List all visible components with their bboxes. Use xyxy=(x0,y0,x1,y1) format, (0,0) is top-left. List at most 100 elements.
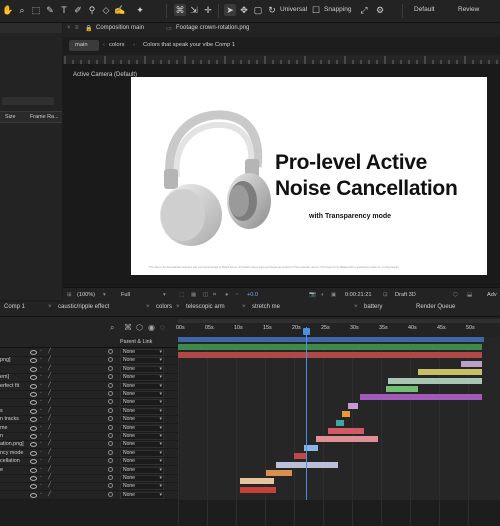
solo-icon[interactable]: ◦ xyxy=(40,382,45,388)
col-size[interactable]: Size xyxy=(5,114,16,120)
selection-tool-icon[interactable]: ➤ xyxy=(224,4,236,16)
rgb-icon[interactable]: ◔ xyxy=(235,292,238,298)
eye-icon[interactable] xyxy=(30,450,37,456)
pickwhip-icon[interactable] xyxy=(108,399,113,405)
parent-dropdown[interactable]: None ▾ xyxy=(120,399,164,407)
solo-icon[interactable]: ◦ xyxy=(40,399,45,404)
solo-icon[interactable]: ◦ xyxy=(40,374,45,379)
layer-name[interactable]: ncy mode xyxy=(0,450,23,456)
show-snapshot-icon[interactable]: ◐ xyxy=(321,292,324,298)
pen-switch-icon[interactable]: ╱ xyxy=(48,491,53,497)
puppet-pin-icon[interactable]: ✦ xyxy=(134,4,146,16)
pickwhip-icon[interactable] xyxy=(108,433,113,438)
solo-icon[interactable]: ◦ xyxy=(40,365,45,371)
eye-icon[interactable] xyxy=(30,492,37,498)
pickwhip-icon[interactable] xyxy=(108,475,113,480)
type-tool-icon[interactable]: T xyxy=(58,4,70,16)
brush-tool-icon[interactable]: ✐ xyxy=(72,4,84,16)
hand-tool-icon[interactable]: ✋ xyxy=(2,4,14,16)
layer-duration-bar[interactable] xyxy=(294,453,306,460)
eye-icon[interactable] xyxy=(30,350,37,355)
layer-name[interactable]: n tracks xyxy=(0,416,19,422)
solo-icon[interactable]: ◦ xyxy=(40,449,45,455)
advanced-label[interactable]: Adv xyxy=(487,292,497,298)
timeline-tab-render-queue[interactable]: Render Queue xyxy=(416,304,455,310)
pen-switch-icon[interactable]: ╱ xyxy=(48,357,53,362)
timeline-tab-comp1[interactable]: Comp 1 xyxy=(4,304,25,310)
parent-dropdown[interactable]: None ▾ xyxy=(120,458,164,466)
layer-name[interactable]: e xyxy=(0,467,3,473)
solo-icon[interactable]: ◦ xyxy=(40,416,45,421)
eye-icon[interactable] xyxy=(30,442,37,448)
zoom-tool-icon[interactable]: ⌕ xyxy=(16,4,28,16)
scale-icon[interactable]: ▢ xyxy=(252,4,264,16)
pickwhip-icon[interactable] xyxy=(108,349,113,354)
pen-switch-icon[interactable]: ╱ xyxy=(48,475,53,480)
solo-icon[interactable]: ◦ xyxy=(40,458,45,463)
parent-dropdown[interactable]: None ▾ xyxy=(120,349,164,356)
solo-icon[interactable]: ◦ xyxy=(40,441,45,446)
pickwhip-icon[interactable] xyxy=(108,491,113,497)
breadcrumb-main-pill[interactable]: main xyxy=(69,40,99,51)
roto-brush-icon[interactable]: ✍ xyxy=(114,4,126,16)
layer-duration-bar[interactable] xyxy=(178,352,482,359)
pickwhip-icon[interactable] xyxy=(108,382,113,388)
parent-dropdown[interactable]: None ▾ xyxy=(120,483,164,491)
pen-tool-icon[interactable]: ✎ xyxy=(44,4,56,16)
timeline-tab-caustic[interactable]: caustic/ripple effect xyxy=(58,304,109,310)
layer-duration-bar[interactable] xyxy=(418,369,482,376)
pickwhip-icon[interactable] xyxy=(108,458,113,464)
eye-icon[interactable] xyxy=(30,476,37,481)
tab-composition-main[interactable]: Composition main xyxy=(96,25,144,31)
solo-icon[interactable]: ◦ xyxy=(40,483,45,488)
parent-dropdown[interactable]: None ▾ xyxy=(120,391,164,398)
exposure-value[interactable]: +0.0 xyxy=(247,292,258,298)
layer-name[interactable]: n xyxy=(0,433,3,439)
breadcrumb-comp[interactable]: Colors that speak your vibe Comp 1 xyxy=(143,42,235,48)
resolution-dropdown[interactable]: Full xyxy=(121,292,130,298)
transform-icon[interactable]: ⇲ xyxy=(188,4,200,16)
workspace-review[interactable]: Review xyxy=(458,6,479,13)
layer-duration-bar[interactable] xyxy=(240,478,274,485)
layer-duration-bar[interactable] xyxy=(386,386,418,392)
snap-align-icon[interactable]: ⌘ xyxy=(174,4,186,16)
layer-duration-bar[interactable] xyxy=(360,394,482,401)
parent-dropdown[interactable]: None ▾ xyxy=(120,491,164,499)
eraser-tool-icon[interactable]: ◇ xyxy=(100,4,112,16)
eye-icon[interactable] xyxy=(30,366,37,372)
draft-3d-icon[interactable]: ⬡ xyxy=(136,323,143,332)
eye-icon[interactable] xyxy=(30,467,37,473)
grid-icon[interactable]: ⊞ xyxy=(67,292,72,298)
parent-dropdown[interactable]: None ▾ xyxy=(120,433,164,440)
pen-switch-icon[interactable]: ╱ xyxy=(48,382,53,388)
solo-icon[interactable]: ◦ xyxy=(40,407,45,413)
layer-name[interactable]: erfect fit xyxy=(0,383,19,389)
menu-icon[interactable]: ≡ xyxy=(75,25,79,31)
timeline-tab-battery[interactable]: battery xyxy=(364,304,382,310)
layer-duration-bar[interactable] xyxy=(178,344,482,350)
pen-switch-icon[interactable]: ╱ xyxy=(48,349,53,354)
pickwhip-icon[interactable] xyxy=(108,357,113,363)
rotate-icon[interactable]: ↻ xyxy=(266,4,278,16)
timeline-tab-telescopic[interactable]: telescopic arm xyxy=(186,304,225,310)
layer-duration-bar[interactable] xyxy=(328,428,364,434)
layer-duration-bar[interactable] xyxy=(388,377,482,384)
parent-dropdown[interactable]: None ▾ xyxy=(120,357,164,365)
eye-icon[interactable] xyxy=(30,400,37,406)
eye-icon[interactable] xyxy=(30,417,37,423)
col-frame-rate[interactable]: Frame Ra... xyxy=(30,114,58,120)
pen-switch-icon[interactable]: ╱ xyxy=(48,365,53,371)
eye-icon[interactable] xyxy=(30,383,37,389)
mask-visibility-icon[interactable]: ◫ xyxy=(203,292,208,298)
eye-icon[interactable] xyxy=(30,392,37,397)
zoom-dropdown[interactable]: (100%) xyxy=(77,292,95,298)
parent-dropdown[interactable]: None ▾ xyxy=(120,416,164,424)
eye-icon[interactable] xyxy=(30,408,37,414)
parent-dropdown[interactable]: None ▾ xyxy=(120,449,164,457)
clone-stamp-icon[interactable]: ⚲ xyxy=(86,4,98,16)
layer-row[interactable]: ◦ ╱ None ▾ xyxy=(0,491,178,500)
pickwhip-icon[interactable] xyxy=(108,416,113,422)
layer-duration-bar[interactable] xyxy=(240,486,276,493)
pen-switch-icon[interactable]: ╱ xyxy=(48,449,53,455)
solo-icon[interactable]: ◦ xyxy=(40,424,45,430)
